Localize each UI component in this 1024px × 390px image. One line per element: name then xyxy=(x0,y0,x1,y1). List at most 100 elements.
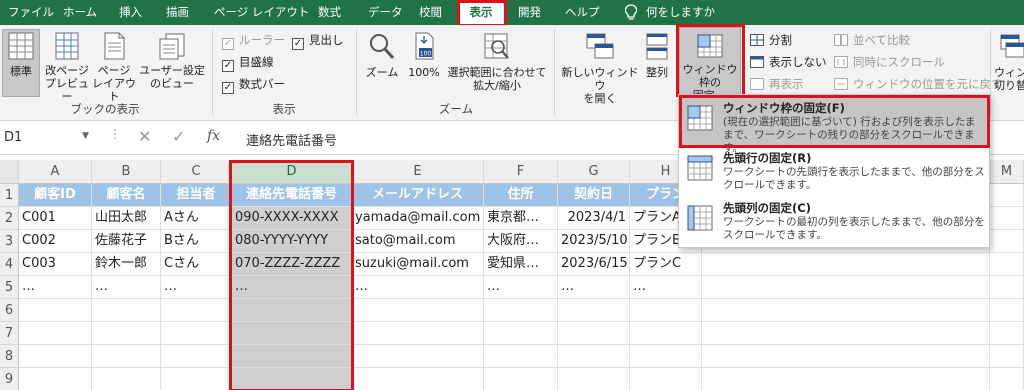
name-box[interactable]: D1 xyxy=(4,130,22,145)
cell[interactable] xyxy=(702,299,990,322)
cell[interactable]: 顧客名 xyxy=(92,184,161,207)
cell[interactable] xyxy=(232,322,352,345)
cell[interactable]: 東京都… xyxy=(484,207,558,230)
cell[interactable]: … xyxy=(484,276,558,299)
cell[interactable] xyxy=(232,368,352,390)
cell[interactable]: 愛知県… xyxy=(484,253,558,276)
cell[interactable] xyxy=(484,345,558,368)
split-button[interactable]: 分割 xyxy=(750,31,792,49)
cell[interactable] xyxy=(990,299,1024,322)
cell[interactable]: 2023/4/1 xyxy=(558,207,630,230)
formula-bar-checkbox[interactable]: ✓ 数式バー xyxy=(222,75,285,94)
cell[interactable] xyxy=(19,345,92,368)
column-header-e[interactable]: E xyxy=(352,160,484,184)
column-header-b[interactable]: B xyxy=(92,160,161,184)
cell[interactable]: Aさん xyxy=(161,207,232,230)
row-header-7[interactable]: 7 xyxy=(0,322,19,345)
cell[interactable] xyxy=(630,322,702,345)
cell[interactable]: 山田太郎 xyxy=(92,207,161,230)
column-header-m[interactable]: M xyxy=(990,160,1024,184)
cell[interactable]: プランC xyxy=(630,253,702,276)
cell[interactable]: 2023/5/10 xyxy=(558,230,630,253)
cell[interactable] xyxy=(558,322,630,345)
row-header-6[interactable]: 6 xyxy=(0,299,19,322)
freeze-panes-button[interactable]: ウィンドウ枠の 固定 ⌄ xyxy=(679,27,741,102)
cell[interactable]: 大阪府… xyxy=(484,230,558,253)
cell[interactable] xyxy=(558,368,630,390)
cell[interactable]: … xyxy=(630,276,702,299)
tab-draw[interactable]: 描画 xyxy=(166,0,189,25)
reset-window-position-button[interactable]: ウィンドウの位置を元に戻す xyxy=(834,75,1003,93)
cell[interactable] xyxy=(92,299,161,322)
cell[interactable]: Cさん xyxy=(161,253,232,276)
tab-data[interactable]: データ xyxy=(368,0,403,25)
cell[interactable] xyxy=(161,322,232,345)
tab-review[interactable]: 校閲 xyxy=(419,0,442,25)
view-side-by-side-button[interactable]: 並べて比較 xyxy=(834,31,910,49)
cell[interactable]: 070-ZZZZ-ZZZZ xyxy=(232,253,352,276)
cell[interactable]: 佐藤花子 xyxy=(92,230,161,253)
switch-windows-button[interactable]: ウィン 切り替 xyxy=(994,31,1024,92)
tab-developer[interactable]: 開発 xyxy=(518,0,541,25)
cell[interactable] xyxy=(232,345,352,368)
cell[interactable] xyxy=(92,345,161,368)
tell-me-search[interactable]: 何をしますか xyxy=(646,0,715,25)
cell[interactable] xyxy=(19,322,92,345)
cell[interactable] xyxy=(161,368,232,390)
formula-input[interactable]: 連絡先電話番号 xyxy=(246,130,337,149)
cell[interactable]: 090-XXXX-XXXX xyxy=(232,207,352,230)
normal-view-button[interactable]: 標準 xyxy=(2,29,40,97)
zoom-to-selection-button[interactable]: 選択範囲に合わせて 拡大/縮小 xyxy=(446,31,548,92)
cell[interactable]: … xyxy=(161,276,232,299)
cell[interactable]: 顧客ID xyxy=(19,184,92,207)
custom-views-button[interactable]: ユーザー設定 のビュー xyxy=(138,31,206,90)
cell[interactable]: C002 xyxy=(19,230,92,253)
tab-formulas[interactable]: 数式 xyxy=(318,0,341,25)
cell[interactable]: … xyxy=(352,276,484,299)
column-header-g[interactable]: G xyxy=(558,160,630,184)
cell[interactable]: 連絡先電話番号 xyxy=(232,184,352,207)
cell[interactable]: Bさん xyxy=(161,230,232,253)
cell[interactable] xyxy=(161,345,232,368)
cell[interactable] xyxy=(558,345,630,368)
cell[interactable] xyxy=(352,299,484,322)
cell[interactable]: … xyxy=(558,276,630,299)
column-header-f[interactable]: F xyxy=(484,160,558,184)
cell[interactable]: メールアドレス xyxy=(352,184,484,207)
arrange-all-button[interactable]: 整列 xyxy=(640,31,674,79)
cell[interactable]: 契約日 xyxy=(558,184,630,207)
tab-insert[interactable]: 挿入 xyxy=(119,0,142,25)
column-header-d[interactable]: D xyxy=(232,160,352,184)
ruler-checkbox[interactable]: ✓ ルーラー xyxy=(222,31,285,50)
cell[interactable] xyxy=(990,253,1024,276)
cell[interactable] xyxy=(990,368,1024,390)
page-break-preview-button[interactable]: 改ページ プレビュー xyxy=(42,31,92,103)
zoom-100-button[interactable]: 100 100% xyxy=(404,31,444,79)
cell[interactable]: … xyxy=(92,276,161,299)
row-header-4[interactable]: 4 xyxy=(0,253,19,276)
cell[interactable]: … xyxy=(19,276,92,299)
row-header-1[interactable]: 1 xyxy=(0,184,19,207)
synchronous-scrolling-button[interactable]: 同時にスクロール xyxy=(834,53,945,71)
cell[interactable] xyxy=(702,276,990,299)
row-header-2[interactable]: 2 xyxy=(0,207,19,230)
column-header-c[interactable]: C xyxy=(161,160,232,184)
cell[interactable] xyxy=(232,299,352,322)
tab-home[interactable]: ホーム xyxy=(63,0,97,25)
insert-function-icon[interactable]: fx xyxy=(207,128,220,144)
cell[interactable]: 住所 xyxy=(484,184,558,207)
zoom-button[interactable]: ズーム xyxy=(362,31,402,79)
cell[interactable] xyxy=(19,368,92,390)
unhide-window-button[interactable]: 再表示 xyxy=(750,75,804,93)
cell[interactable] xyxy=(990,276,1024,299)
cell[interactable] xyxy=(702,253,990,276)
cell[interactable]: sato@mail.com xyxy=(352,230,484,253)
tab-help[interactable]: ヘルプ xyxy=(565,0,600,25)
cell[interactable]: suzuki@mail.com xyxy=(352,253,484,276)
enter-icon[interactable]: ✓ xyxy=(172,127,185,146)
row-header-3[interactable]: 3 xyxy=(0,230,19,253)
cell[interactable]: 担当者 xyxy=(161,184,232,207)
cell[interactable] xyxy=(702,322,990,345)
cell[interactable]: C003 xyxy=(19,253,92,276)
name-box-dropdown-icon[interactable]: ▼ xyxy=(82,131,89,141)
